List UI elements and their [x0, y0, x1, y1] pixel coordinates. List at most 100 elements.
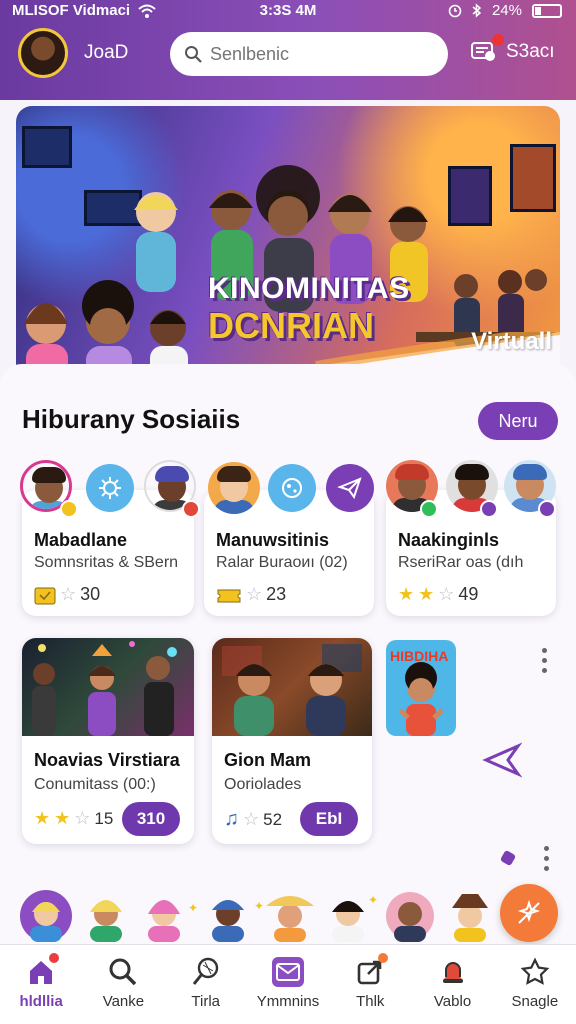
card-title: Naakinginls	[398, 530, 500, 550]
rating-star-icon: ★	[34, 808, 51, 828]
mail-icon	[271, 957, 304, 987]
rating-star-icon: ☆	[243, 809, 260, 829]
rating-star-icon: ★	[398, 584, 415, 604]
search-icon	[107, 957, 139, 987]
battery-icon	[532, 3, 562, 18]
hero-badge: Virtuall	[471, 328, 552, 355]
search-input[interactable]	[210, 43, 410, 65]
nav-label: Vanke	[102, 993, 145, 1010]
svg-text:✦: ✦	[188, 901, 198, 915]
bluetooth-icon	[472, 3, 482, 18]
status-badge	[480, 500, 498, 518]
notification-dot	[378, 953, 389, 963]
rating-star-icon: ☆	[74, 808, 91, 828]
bell-icon	[437, 957, 469, 987]
card-title: Manuwsitinis	[216, 530, 330, 550]
chat-icon	[470, 34, 504, 64]
messages-button[interactable]: S3acı	[470, 34, 555, 64]
card-meta: ☆ 30	[34, 584, 100, 605]
user-name[interactable]: JoaD	[84, 42, 128, 64]
profile-avatar[interactable]	[18, 28, 68, 78]
status-badge	[60, 500, 78, 518]
media-card[interactable]: Noavias Virstiara Conumitass (00:) ★ ★ ☆…	[22, 638, 194, 844]
section-title: Hiburany Sosiaiis	[22, 404, 241, 434]
media-thumbnail	[22, 638, 194, 736]
hero-title-line1: KINOMINITAS	[208, 272, 410, 305]
nav-label: Ymmnins	[256, 993, 320, 1010]
friends-avatar-row[interactable]: ✦ ✦ ✦	[18, 886, 508, 942]
create-fab-button[interactable]	[500, 884, 558, 942]
alarm-icon	[448, 4, 462, 17]
nav-item-racket[interactable]: Tirla	[165, 945, 247, 1024]
clock: 3:3S 4M	[259, 2, 317, 19]
status-bar: MLISOF Vidmaci 3:3S 4M 24%	[0, 0, 576, 24]
media-thumbnail	[212, 638, 372, 736]
hero-banner[interactable]: KINOMINITAS DCNRIAN Virtuall	[16, 106, 560, 382]
nav-item-home[interactable]: hldllia	[0, 945, 82, 1024]
search-icon	[185, 46, 202, 63]
side-thumbnail[interactable]: HIBDIHA	[386, 640, 456, 736]
header-right-label: S3acı	[506, 41, 555, 62]
card-count: 23	[266, 584, 287, 604]
folder-icon	[34, 587, 56, 604]
media-card[interactable]: Gion Mam Ooriolades ♫ ☆ 52 EbI	[212, 638, 372, 844]
bottom-navigation: hldllia Vanke Tirla Ymmnins Thlk Vablo S…	[0, 944, 576, 1024]
svg-text:✦: ✦	[368, 893, 378, 907]
nav-item-search[interactable]: Vanke	[82, 945, 164, 1024]
card-subtitle: Ralar Buraoиı (02)	[216, 554, 348, 571]
new-button[interactable]: Neru	[478, 402, 558, 440]
avatar[interactable]	[208, 462, 260, 514]
more-options-icon[interactable]	[542, 846, 550, 871]
card-count: 52	[263, 809, 283, 829]
card-subtitle: Ooriolades	[224, 776, 302, 793]
card-action-button[interactable]: 310	[122, 802, 180, 836]
sparkle-pen-icon	[517, 899, 541, 924]
nav-item-star[interactable]: Snagle	[494, 945, 576, 1024]
sparkle-icon	[482, 742, 522, 778]
nav-label: Vablo	[433, 993, 472, 1010]
planet-icon[interactable]	[268, 464, 316, 512]
more-options-icon[interactable]	[540, 648, 548, 673]
card-count: 15	[94, 808, 114, 828]
card-action-button[interactable]: EbI	[300, 802, 358, 836]
card-title: Mabadlane	[34, 530, 128, 550]
sun-icon[interactable]	[86, 464, 134, 512]
card-meta: ☆ 23	[216, 584, 286, 605]
rating-star-icon: ★	[418, 584, 435, 604]
status-badge	[538, 500, 556, 518]
card-count: 30	[80, 584, 101, 604]
card-title: Noavias Virstiara	[34, 750, 180, 770]
nav-item-mail[interactable]: Ymmnins	[247, 945, 329, 1024]
rating-star-icon: ★	[54, 808, 71, 828]
nav-label: hldllia	[19, 993, 63, 1010]
app-header: MLISOF Vidmaci 3:3S 4M 24% JoaD Senlbeni…	[0, 0, 576, 100]
card-subtitle: Conumitass (00:)	[34, 776, 156, 793]
nav-item-bell[interactable]: Vablo	[411, 945, 493, 1024]
card-title: Gion Mam	[224, 750, 312, 770]
card-meta: ★ ★ ☆ 49	[398, 584, 478, 605]
nav-label: Snagle	[511, 993, 559, 1010]
rating-star-icon: ☆	[438, 584, 455, 604]
svg-text:✦: ✦	[254, 899, 264, 913]
card-subtitle: RseriRar oas (dıh	[398, 554, 524, 571]
status-badge	[182, 500, 200, 518]
rating-star-icon: ☆	[60, 584, 77, 604]
notification-dot	[492, 34, 504, 46]
search-bar[interactable]	[170, 32, 448, 76]
share-icon	[354, 953, 389, 987]
paper-plane-icon[interactable]	[326, 464, 374, 512]
ticket-icon	[217, 589, 241, 602]
card-count: 49	[458, 584, 479, 604]
notification-dot	[49, 953, 60, 963]
home-icon	[25, 953, 60, 987]
music-note-icon: ♫	[224, 808, 239, 830]
card-subtitle: Somnsritas & SBern	[34, 554, 179, 571]
status-badge	[420, 500, 438, 518]
card-meta: ♫ ☆ 52	[224, 808, 282, 831]
rating-star-icon: ☆	[246, 584, 263, 604]
battery-percent: 24%	[491, 2, 522, 19]
nav-item-share[interactable]: Thlk	[329, 945, 411, 1024]
star-icon	[519, 957, 551, 987]
racket-icon	[190, 957, 222, 987]
nav-label: Tirla	[191, 993, 220, 1010]
